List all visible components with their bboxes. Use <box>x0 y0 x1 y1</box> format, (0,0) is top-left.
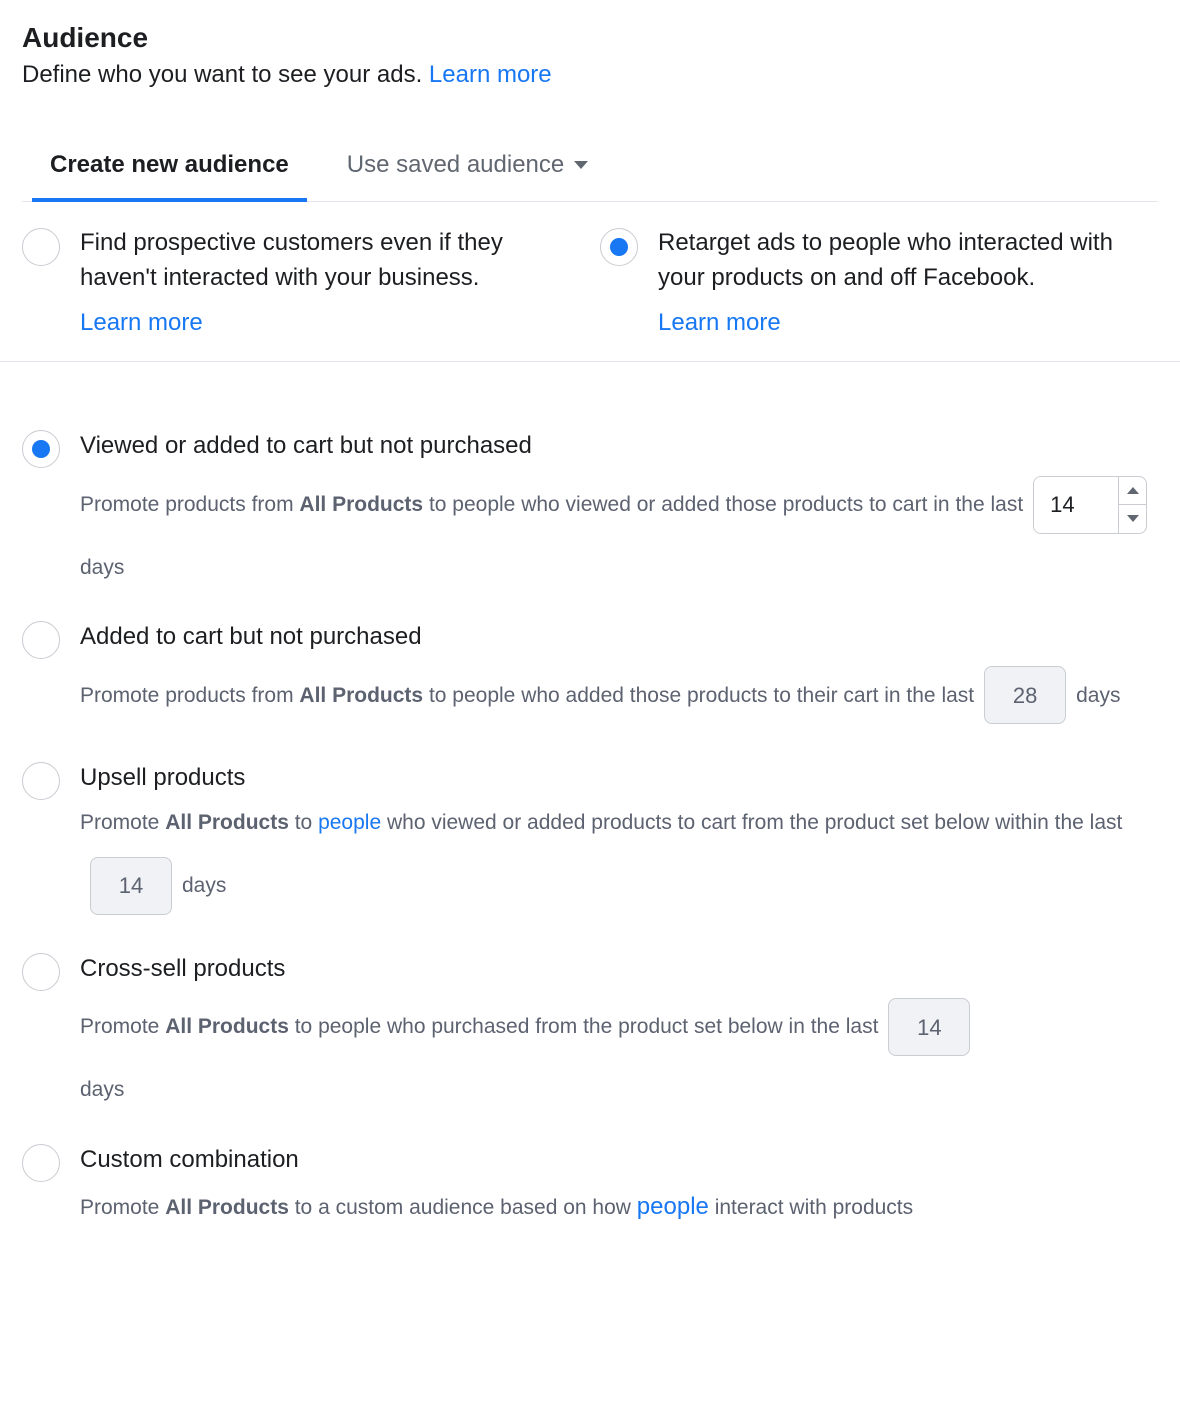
desc-text: Promote All Products to people who viewe… <box>80 807 1122 839</box>
prospect-text: Find prospective customers even if they … <box>80 226 540 296</box>
option-title: Custom combination <box>80 1144 1158 1175</box>
chevron-up-icon <box>1127 487 1139 494</box>
desc-text: Promote All Products to a custom audienc… <box>80 1196 913 1219</box>
tab-use-saved-audience[interactable]: Use saved audience <box>343 141 592 201</box>
days-input-stepper[interactable] <box>1033 476 1147 534</box>
days-label: days <box>1076 680 1120 712</box>
option-title: Cross-sell products <box>80 953 1158 984</box>
people-link[interactable]: people <box>318 811 381 834</box>
tab-create-new-audience[interactable]: Create new audience <box>46 141 293 201</box>
days-label: days <box>182 870 226 902</box>
option-viewed-or-added-not-purchased[interactable]: Viewed or added to cart but not purchase… <box>22 430 1158 583</box>
people-link[interactable]: people <box>637 1193 709 1220</box>
days-label: days <box>80 1074 1158 1106</box>
option-cross-sell[interactable]: Cross-sell products Promote All Products… <box>22 953 1158 1106</box>
audience-tabs: Create new audience Use saved audience <box>22 141 1158 202</box>
targeting-prospect[interactable]: Find prospective customers even if they … <box>22 226 580 338</box>
days-value-box[interactable]: 28 <box>984 666 1066 724</box>
retarget-options-group: Viewed or added to cart but not purchase… <box>22 362 1158 1224</box>
days-value-box[interactable]: 14 <box>888 998 970 1056</box>
days-label: days <box>80 552 124 584</box>
radio-upsell[interactable] <box>22 762 60 800</box>
radio-retarget[interactable] <box>600 228 638 266</box>
radio-custom[interactable] <box>22 1144 60 1182</box>
retarget-text: Retarget ads to people who interacted wi… <box>658 226 1118 296</box>
stepper-up[interactable] <box>1119 477 1146 506</box>
desc-text: Promote products from All Products to pe… <box>80 489 1023 521</box>
tab-use-saved-label: Use saved audience <box>347 151 564 179</box>
section-title: Audience <box>22 22 1158 54</box>
product-set-label: All Products <box>165 1196 289 1219</box>
option-upsell[interactable]: Upsell products Promote All Products to … <box>22 762 1158 915</box>
chevron-down-icon <box>1127 515 1139 522</box>
product-set-label: All Products <box>299 493 423 516</box>
radio-prospect[interactable] <box>22 228 60 266</box>
section-subtitle-text: Define who you want to see your ads. <box>22 61 429 88</box>
option-custom-combination[interactable]: Custom combination Promote All Products … <box>22 1144 1158 1225</box>
radio-added-cart[interactable] <box>22 621 60 659</box>
learn-more-link[interactable]: Learn more <box>429 61 552 88</box>
retarget-learn-more-link[interactable]: Learn more <box>658 309 781 336</box>
option-added-not-purchased[interactable]: Added to cart but not purchased Promote … <box>22 621 1158 724</box>
targeting-retarget[interactable]: Retarget ads to people who interacted wi… <box>600 226 1158 338</box>
targeting-type-group: Find prospective customers even if they … <box>22 202 1158 362</box>
stepper-down[interactable] <box>1119 505 1146 533</box>
product-set-label: All Products <box>165 1015 289 1038</box>
option-title: Upsell products <box>80 762 1158 793</box>
desc-text: Promote All Products to people who purch… <box>80 1011 878 1043</box>
product-set-label: All Products <box>165 811 289 834</box>
days-input[interactable] <box>1034 477 1118 533</box>
radio-cross-sell[interactable] <box>22 953 60 991</box>
chevron-down-icon <box>574 161 588 169</box>
option-title: Viewed or added to cart but not purchase… <box>80 430 1158 461</box>
radio-viewed-cart[interactable] <box>22 430 60 468</box>
section-subtitle: Define who you want to see your ads. Lea… <box>22 58 1158 93</box>
option-title: Added to cart but not purchased <box>80 621 1158 652</box>
desc-text: Promote products from All Products to pe… <box>80 680 974 712</box>
product-set-label: All Products <box>299 684 423 707</box>
days-value-box[interactable]: 14 <box>90 857 172 915</box>
prospect-learn-more-link[interactable]: Learn more <box>80 309 203 336</box>
